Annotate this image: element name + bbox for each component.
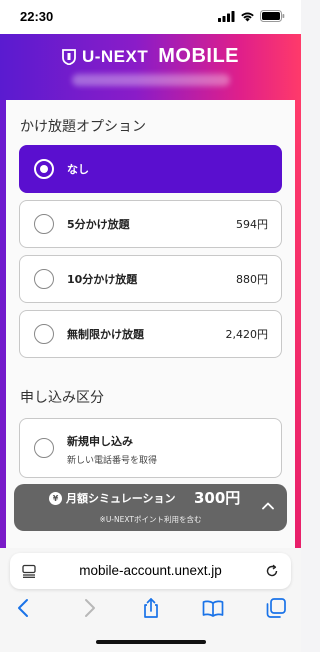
brand-name: U-NEXT (81, 46, 149, 66)
option-label: なし (67, 163, 89, 176)
shield-logo-icon (62, 48, 76, 65)
safari-bottom-bar: mobile-account.unext.jp (0, 548, 301, 652)
share-icon[interactable] (140, 597, 162, 619)
chevron-up-icon[interactable] (261, 499, 275, 513)
right-gradient-rail (295, 100, 301, 548)
call-option-unlimited[interactable]: 無制限かけ放題 2,420円 (19, 310, 282, 358)
call-options-title: かけ放題オプション (20, 119, 146, 135)
simulation-amount: 300円 (194, 489, 241, 507)
application-new[interactable]: 新規申し込み 新しい電話番号を取得 (19, 418, 282, 478)
simulation-note: ※U-NEXTポイント利用を含む (99, 515, 202, 524)
option-price: 880円 (236, 273, 268, 286)
status-bar: 22:30 (0, 0, 301, 34)
safari-toolbar (0, 595, 301, 623)
radio-selected-icon (34, 159, 54, 179)
radio-icon (34, 214, 54, 234)
simulation-label: 月額シミュレーション (66, 492, 176, 505)
url-text[interactable]: mobile-account.unext.jp (10, 563, 291, 578)
forward-icon[interactable] (78, 597, 100, 619)
brand-header: U-NEXT MOBILE (0, 34, 301, 100)
option-price: 594円 (236, 218, 268, 231)
brand-product: MOBILE (158, 45, 240, 67)
signal-icon (218, 10, 235, 22)
option-sublabel: 新しい電話番号を取得 (67, 456, 158, 466)
option-price: 2,420円 (225, 328, 269, 341)
plan-content: かけ放題オプション なし 5分かけ放題 594円 10分かけ放題 880円 無制… (6, 100, 295, 548)
call-option-10min[interactable]: 10分かけ放題 880円 (19, 255, 282, 303)
radio-icon (34, 269, 54, 289)
bookmarks-icon[interactable] (202, 597, 224, 619)
tabs-icon[interactable] (265, 597, 287, 619)
yen-icon: ¥ (49, 492, 62, 505)
radio-icon (34, 438, 54, 458)
call-option-5min[interactable]: 5分かけ放題 594円 (19, 200, 282, 248)
monthly-simulation-bar[interactable]: ¥ 月額シミュレーション 300円 ※U-NEXTポイント利用を含む (14, 484, 287, 531)
option-label: 無制限かけ放題 (67, 328, 144, 341)
option-label: 5分かけ放題 (67, 218, 130, 231)
address-bar[interactable]: mobile-account.unext.jp (10, 553, 291, 589)
option-label: 新規申し込み (67, 435, 133, 448)
battery-icon (260, 10, 285, 22)
wifi-icon (241, 12, 254, 21)
option-label: 10分かけ放題 (67, 273, 138, 286)
reload-icon[interactable] (265, 564, 279, 578)
back-icon[interactable] (13, 597, 35, 619)
blurred-account-info (72, 74, 230, 86)
status-icons (218, 10, 285, 22)
radio-icon (34, 324, 54, 344)
brand-logo[interactable]: U-NEXT MOBILE (0, 45, 301, 68)
call-option-none[interactable]: なし (19, 145, 282, 193)
application-type-title: 申し込み区分 (20, 390, 104, 406)
status-time: 22:30 (20, 9, 54, 24)
home-indicator (96, 640, 206, 644)
